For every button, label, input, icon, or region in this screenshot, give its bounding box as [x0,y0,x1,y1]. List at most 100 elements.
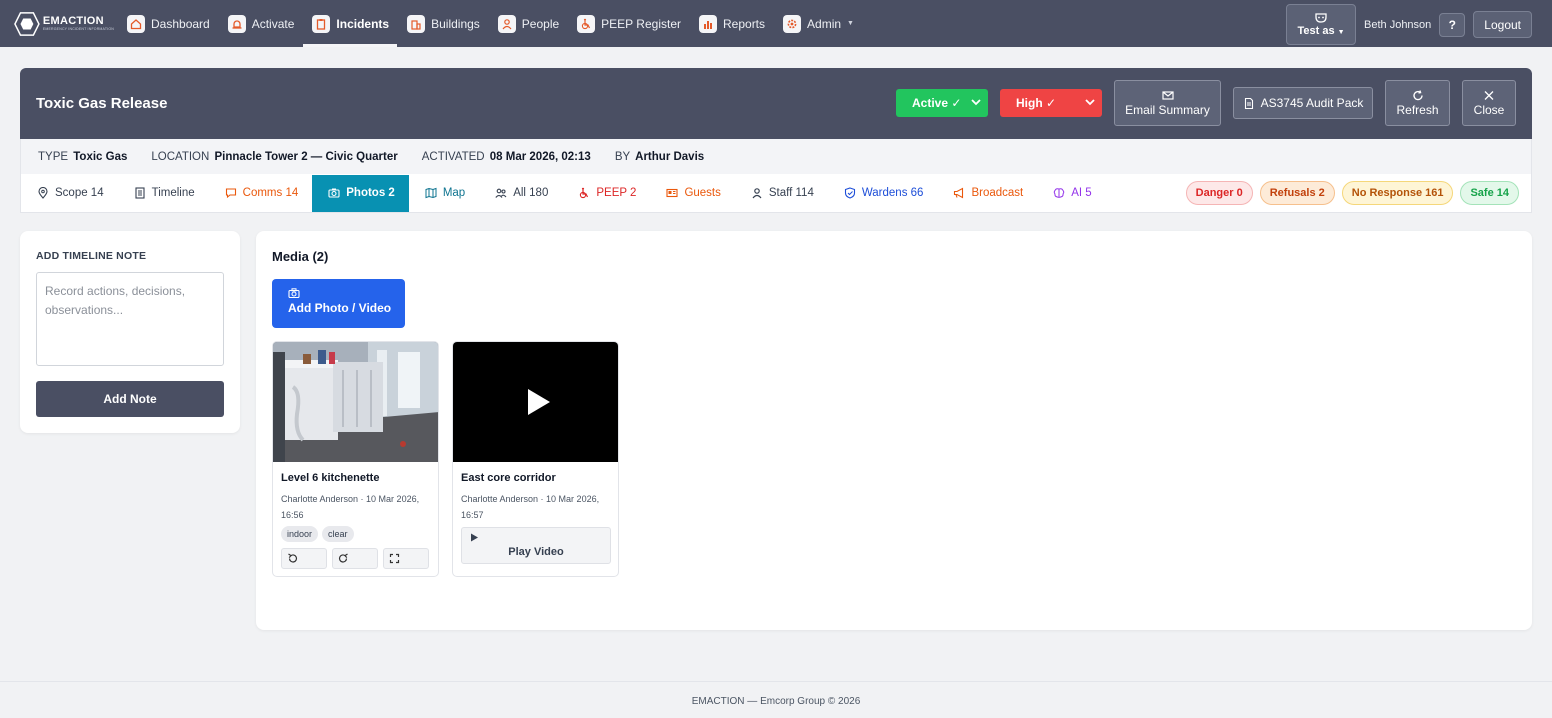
caret-down-icon: ▼ [1337,28,1345,36]
nav-item-incidents[interactable]: Incidents [303,0,398,47]
test-as-dropdown[interactable]: Test as ▼ [1286,4,1357,45]
media-card[interactable]: East core corridor Charlotte Anderson · … [452,341,619,577]
chevron-down-icon [971,99,981,106]
audit-pack-label: AS3745 Audit Pack [1260,96,1364,110]
footer: EMACTION — Emcorp Group © 2026 [0,681,1552,718]
person-icon [497,14,516,33]
email-summary-button[interactable]: Email Summary [1114,80,1221,126]
priority-value: High ✓ [1016,96,1057,110]
logo-name: EMACTION [42,14,104,27]
shield-icon [844,187,856,199]
people-icon [495,187,507,199]
tab-label: Broadcast [971,187,1024,199]
tab-peep[interactable]: PEEP 2 [562,175,650,212]
document-icon [1244,97,1253,109]
meta-activated: ACTIVATED 08 Mar 2026, 02:13 [421,150,591,163]
logo-subtitle: EMERGENCY INCIDENT INFORMATION [42,26,114,31]
refresh-label: Refresh [1396,102,1439,117]
status-badge[interactable]: Danger 0 [1185,181,1253,205]
play-icon [471,533,478,542]
tab-photos[interactable]: Photos 2 [312,174,409,212]
rotate-left-icon [288,553,298,563]
email-summary-label: Email Summary [1125,102,1210,117]
video-thumbnail[interactable] [453,342,618,462]
tab-label: Wardens 66 [861,187,924,199]
nav-item-buildings[interactable]: Buildings [406,0,489,47]
nav-item-label: Incidents [336,16,390,31]
nav-item-admin[interactable]: Admin ▼ [782,0,863,47]
tab-timeline[interactable]: Timeline [118,175,209,212]
media-tag: clear [322,526,354,542]
caret-down-icon: ▼ [847,20,854,27]
app-logo[interactable]: EMACTION EMERGENCY INCIDENT INFORMATION [14,11,114,37]
mask-icon [1315,12,1327,23]
nav-item-dashboard[interactable]: Dashboard [126,0,219,47]
status-badges: Danger 0 Refusals 2 No Response 161 Safe 14 [1179,181,1519,205]
nav-item-label: Buildings [431,16,480,31]
tab-staff[interactable]: Staff 114 [735,175,828,212]
nav-item-reports[interactable]: Reports [698,0,774,47]
add-photo-video-button[interactable]: Add Photo / Video [272,279,405,328]
nav-item-label: PEEP Register [601,16,681,31]
photo-thumbnail[interactable] [273,342,438,462]
pin-icon [37,186,49,199]
tab-map[interactable]: Map [409,175,479,212]
tab-label: Guests [684,187,721,199]
incident-meta-bar: TYPE Toxic Gas LOCATION Pinnacle Tower 2… [20,139,1532,174]
tab-label: Photos 2 [346,187,395,199]
nav-item-peep-register[interactable]: PEEP Register [576,0,690,47]
media-card[interactable]: Level 6 kitchenette Charlotte Anderson ·… [272,341,439,577]
timeline-note-input[interactable] [36,272,224,366]
tab-wardens[interactable]: Wardens 66 [828,175,938,212]
media-card-title: East core corridor [461,472,556,484]
nav-item-label: Activate [251,16,295,31]
tab-label: AI 5 [1071,187,1092,199]
priority-select[interactable]: High ✓ [1000,89,1102,117]
close-button[interactable]: Close [1462,80,1516,126]
tab-label: All 180 [513,187,549,199]
play-video-button[interactable]: Play Video [461,527,611,564]
nav-item-people[interactable]: People [497,0,568,47]
tab-broadcast[interactable]: Broadcast [937,175,1037,212]
close-label: Close [1473,102,1505,117]
tab-all[interactable]: All 180 [479,175,562,212]
help-button[interactable]: ? [1439,12,1466,37]
envelope-icon [1161,90,1174,100]
meta-type: TYPE Toxic Gas [38,150,128,163]
camera-icon [328,187,340,199]
top-navbar: EMACTION EMERGENCY INCIDENT INFORMATION … [0,0,1552,47]
tab-ai[interactable]: AI 5 [1037,175,1105,212]
close-icon [1484,90,1494,100]
audit-pack-button[interactable]: AS3745 Audit Pack [1233,87,1373,119]
rotate-left-button[interactable] [281,548,327,569]
fullscreen-button[interactable] [383,548,429,569]
status-select[interactable]: Active ✓ [896,89,988,117]
status-badge[interactable]: Refusals 2 [1259,181,1335,205]
status-badge[interactable]: Safe 14 [1460,181,1519,205]
add-note-button[interactable]: Add Note [36,381,224,417]
logout-button[interactable]: Logout [1473,11,1532,38]
building-icon [407,14,426,33]
tab-label: Staff 114 [768,187,814,199]
rotate-right-button[interactable] [332,548,378,569]
incident-tabs: Scope 14 Timeline Comms 14 Photos 2 Map All 1… [20,174,1532,213]
clipboard-icon [312,14,331,33]
tab-label: Comms 14 [242,187,299,199]
test-as-label: Test as [1297,24,1335,37]
rotate-right-icon [338,553,348,563]
refresh-icon [1412,89,1423,100]
meta-location: LOCATION Pinnacle Tower 2 — Civic Quarte… [151,150,398,163]
tab-guests[interactable]: Guests [650,175,734,212]
tab-comms[interactable]: Comms 14 [209,175,313,212]
refresh-button[interactable]: Refresh [1385,80,1450,126]
nav-item-activate[interactable]: Activate [227,0,304,47]
status-badge[interactable]: No Response 161 [1341,181,1454,205]
alarm-icon [227,14,246,33]
tab-scope[interactable]: Scope 14 [21,175,118,212]
tab-label: Scope 14 [55,187,104,199]
nav-menu: Dashboard Activate Incidents Buildings Peopl… [126,0,863,47]
tab-label: Map [442,187,466,199]
wheelchair-icon [577,14,596,33]
megaphone-icon [953,187,965,199]
fullscreen-icon [389,553,400,564]
